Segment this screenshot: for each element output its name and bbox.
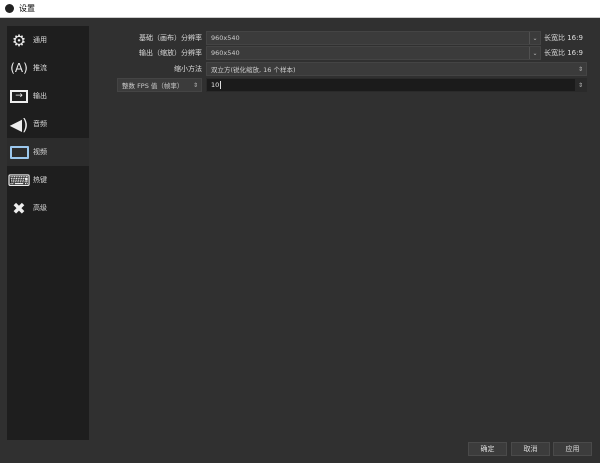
cancel-button[interactable]: 取消	[511, 442, 550, 456]
base-resolution-combo[interactable]: 960x540 ⌄	[206, 31, 541, 45]
sidebar-item-advanced[interactable]: ✖ 高级	[7, 194, 89, 222]
sidebar-item-hotkeys[interactable]: ⌨ 热键	[7, 166, 89, 194]
apply-button[interactable]: 应用	[553, 442, 592, 456]
base-aspect-ratio: 长宽比 16:9	[544, 34, 583, 42]
up-down-icon[interactable]: ⇕	[190, 79, 201, 91]
sidebar-item-label: 输出	[33, 92, 47, 100]
keyboard-icon: ⌨	[7, 170, 31, 190]
chevron-down-icon[interactable]: ⌄	[529, 32, 540, 44]
fps-value-input[interactable]: 10 ⇕	[206, 78, 587, 92]
tools-icon: ✖	[12, 198, 26, 218]
monitor-icon	[9, 142, 29, 162]
sidebar-item-audio[interactable]: ◀) 音频	[7, 110, 89, 138]
fps-type-value: 整数 FPS 值（帧率）	[122, 82, 184, 90]
title-bar: 设置	[0, 0, 600, 18]
base-resolution-label: 基础（画布）分辨率	[139, 34, 202, 42]
sidebar-item-label: 视频	[33, 148, 47, 156]
sidebar-item-label: 音频	[33, 120, 47, 128]
up-down-icon[interactable]: ⇕	[575, 63, 586, 75]
base-resolution-value: 960x540	[211, 34, 240, 42]
window-title: 设置	[19, 4, 35, 13]
downscale-filter-combo[interactable]: 双立方(锐化缩放, 16 个样本) ⇕	[206, 62, 587, 76]
downscale-filter-value: 双立方(锐化缩放, 16 个样本)	[211, 66, 296, 74]
speaker-icon: ◀)	[9, 114, 29, 134]
sidebar-item-label: 高级	[33, 204, 47, 212]
ok-button[interactable]: 确定	[468, 442, 507, 456]
fps-type-combo[interactable]: 整数 FPS 值（帧率） ⇕	[117, 78, 202, 92]
fps-value: 10	[211, 81, 220, 89]
sidebar-item-label: 热键	[33, 176, 47, 184]
output-resolution-combo[interactable]: 960x540 ⌄	[206, 46, 541, 60]
output-resolution-value: 960x540	[211, 49, 240, 57]
sidebar-item-video[interactable]: 视频	[7, 138, 89, 166]
spinner-icon[interactable]: ⇕	[575, 79, 586, 91]
downscale-filter-label: 缩小方法	[174, 65, 202, 73]
chevron-down-icon[interactable]: ⌄	[529, 47, 540, 59]
obs-logo-icon	[5, 4, 14, 13]
output-aspect-ratio: 长宽比 16:9	[544, 49, 583, 57]
output-resolution-label: 输出（缩放）分辨率	[139, 49, 202, 57]
